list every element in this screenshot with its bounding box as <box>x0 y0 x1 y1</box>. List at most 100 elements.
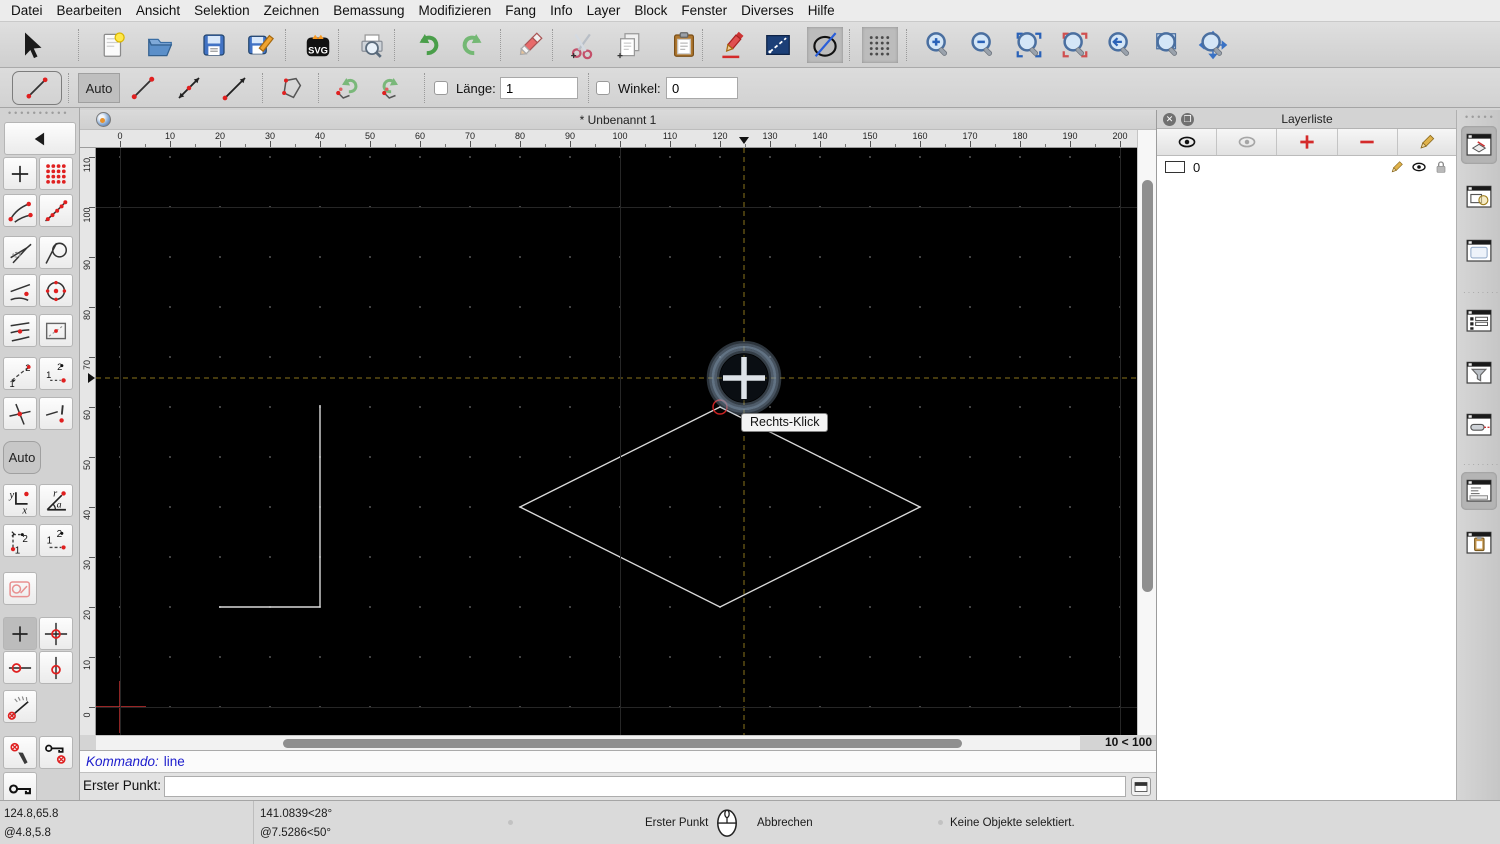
menu-item-fang[interactable]: Fang <box>498 3 543 18</box>
draw-order-button[interactable] <box>760 27 796 63</box>
menu-item-bemassung[interactable]: Bemassung <box>326 3 411 18</box>
horizontal-scrollbar[interactable] <box>96 735 1080 750</box>
dock-library-browser-button[interactable] <box>1461 232 1497 270</box>
zoom-out-button[interactable] <box>965 27 1001 63</box>
add-layer-button[interactable] <box>1277 129 1338 155</box>
angle-meter-button[interactable] <box>3 690 37 723</box>
dock-block-list-button[interactable] <box>1461 178 1497 216</box>
point-order-1-button[interactable]: 12 <box>3 524 37 557</box>
grid-toggle-button[interactable] <box>862 27 898 63</box>
float-panel-button[interactable]: ❐ <box>1181 113 1194 126</box>
select-cursor-button[interactable] <box>12 27 48 63</box>
menu-item-zeichnen[interactable]: Zeichnen <box>257 3 327 18</box>
snap-center-button[interactable] <box>39 274 73 307</box>
menu-item-datei[interactable]: Datei <box>4 3 50 18</box>
snap-distance-button[interactable]: 12 <box>3 357 37 390</box>
dock-pen-palette-button[interactable] <box>1461 406 1497 444</box>
close-panel-button[interactable]: ✕ <box>1163 113 1176 126</box>
open-document-button[interactable] <box>142 27 178 63</box>
select-entity-button[interactable] <box>3 572 37 605</box>
drawing-canvas[interactable]: Rechts-Klick <box>96 148 1137 735</box>
menu-item-bearbeiten[interactable]: Bearbeiten <box>50 3 129 18</box>
lock-relative-zero-button[interactable] <box>39 736 73 769</box>
snap-reference-button[interactable] <box>39 314 73 347</box>
snap-restrict-warning-button[interactable] <box>39 397 73 430</box>
menu-item-ansicht[interactable]: Ansicht <box>129 3 187 18</box>
zoom-auto-button[interactable] <box>1011 27 1047 63</box>
command-input[interactable] <box>164 776 1126 797</box>
new-document-button[interactable] <box>95 27 131 63</box>
redo-button[interactable] <box>455 27 491 63</box>
snap-free-button[interactable] <box>3 157 37 190</box>
menu-item-hilfe[interactable]: Hilfe <box>801 3 842 18</box>
undo-button[interactable] <box>410 27 446 63</box>
dock-command-widget-button[interactable] <box>1461 472 1497 510</box>
restrict-orthogonal-button[interactable] <box>39 617 73 650</box>
vertical-scrollbar-thumb[interactable] <box>1142 180 1153 592</box>
restrict-vertical-button[interactable] <box>39 651 73 684</box>
layer-color-swatch[interactable] <box>1165 161 1185 173</box>
menu-item-layer[interactable]: Layer <box>580 3 628 18</box>
line-two-points-button[interactable] <box>124 71 162 105</box>
dock-layer-list-button[interactable] <box>1461 126 1497 164</box>
snap-endpoint-button[interactable] <box>3 194 37 227</box>
snap-auto-toggle[interactable]: Auto <box>78 73 120 103</box>
palette-back-button[interactable] <box>4 122 76 155</box>
menu-item-modifizieren[interactable]: Modifizieren <box>412 3 499 18</box>
zoom-back-button[interactable] <box>1102 27 1138 63</box>
zoom-in-button[interactable] <box>920 27 956 63</box>
dock-clipboard-button[interactable] <box>1461 524 1497 562</box>
point-order-2-button[interactable]: 12 <box>39 524 73 557</box>
menu-item-fenster[interactable]: Fenster <box>674 3 734 18</box>
line-angle-button[interactable] <box>170 71 208 105</box>
zoom-previous-button[interactable] <box>1057 27 1093 63</box>
menu-item-selektion[interactable]: Selektion <box>187 3 257 18</box>
coordinate-cartesian-button[interactable]: yx <box>3 484 37 517</box>
cut-button[interactable] <box>565 27 601 63</box>
menu-item-diverses[interactable]: Diverses <box>734 3 801 18</box>
snap-middle-button[interactable] <box>3 314 37 347</box>
zoom-pan-button[interactable] <box>1195 27 1231 63</box>
dock-drag-handle[interactable]: ••••• <box>1465 112 1496 122</box>
menu-item-info[interactable]: Info <box>543 3 580 18</box>
polyline-undo-segment-button[interactable] <box>328 71 366 105</box>
ellipse-line-tool-button[interactable] <box>807 27 843 63</box>
snap-intersection-button[interactable] <box>3 397 37 430</box>
draw-pencil-button[interactable] <box>715 27 751 63</box>
dock-layer-filter-button[interactable] <box>1461 354 1497 392</box>
menu-item-block[interactable]: Block <box>627 3 674 18</box>
snap-auto-button[interactable]: Auto <box>3 441 41 474</box>
delete-entities-button[interactable] <box>512 27 548 63</box>
hide-all-layers-button[interactable] <box>1217 129 1278 155</box>
polyline-redo-segment-button[interactable] <box>374 71 412 105</box>
current-tool-line-button[interactable] <box>12 71 62 105</box>
command-window-toggle-button[interactable] <box>1131 777 1151 796</box>
vertical-scrollbar[interactable] <box>1137 130 1156 735</box>
length-checkbox[interactable] <box>434 81 448 95</box>
angle-input[interactable] <box>666 77 738 99</box>
remove-layer-button[interactable] <box>1338 129 1398 155</box>
layer-row[interactable]: 0 <box>1157 156 1457 178</box>
copy-button[interactable] <box>612 27 648 63</box>
horizontal-scrollbar-thumb[interactable] <box>283 739 962 748</box>
eye-icon[interactable] <box>1411 159 1427 175</box>
snap-tangent-button[interactable] <box>39 236 73 269</box>
edit-layer-button[interactable] <box>1398 129 1457 155</box>
polyline-button[interactable] <box>272 71 310 105</box>
dock-entity-list-button[interactable] <box>1461 302 1497 340</box>
set-relative-zero-button[interactable] <box>3 736 37 769</box>
snap-nearest-button[interactable] <box>3 274 37 307</box>
export-svg-button[interactable]: SVG <box>300 27 336 63</box>
restrict-nothing-button[interactable] <box>3 617 37 650</box>
show-all-layers-button[interactable] <box>1157 129 1218 155</box>
snap-divide-button[interactable]: 12 <box>39 357 73 390</box>
coordinate-polar-button[interactable]: ra <box>39 484 73 517</box>
snap-grid-button[interactable] <box>39 157 73 190</box>
line-horizontal-button[interactable] <box>216 71 254 105</box>
lock-icon[interactable] <box>1433 159 1449 175</box>
restrict-horizontal-button[interactable] <box>3 651 37 684</box>
save-button[interactable] <box>196 27 232 63</box>
snap-intersection-manual-button[interactable] <box>3 236 37 269</box>
print-preview-button[interactable] <box>354 27 390 63</box>
save-as-button[interactable] <box>242 27 278 63</box>
